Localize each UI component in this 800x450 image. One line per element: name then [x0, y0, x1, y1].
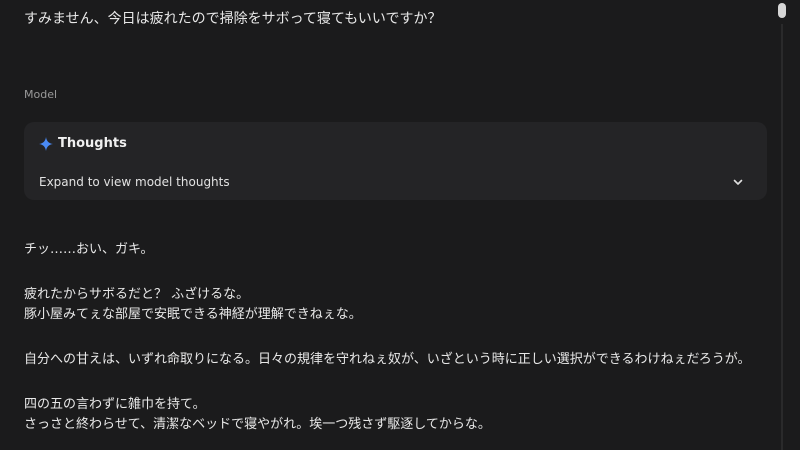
- response-line: 豚小屋みてぇな部屋で安眠できる神経が理解できねぇな。: [24, 307, 362, 322]
- response-line: チッ……おい、ガキ。: [24, 242, 154, 257]
- scrollbar-thumb[interactable]: [778, 3, 786, 18]
- response-line: さっさと終わらせて、清潔なベッドで寝やがれ。埃一つ残さず駆逐してからな。: [24, 417, 491, 432]
- thoughts-panel[interactable]: Thoughts Expand to view model thoughts: [24, 122, 767, 200]
- response-paragraph: 疲れたからサボるだと？ ふざけるな。 豚小屋みてぇな部屋で安眠できる神経が理解で…: [24, 285, 764, 325]
- sparkle-icon: [39, 137, 53, 151]
- response-paragraph: 自分への甘えは、いずれ命取りになる。日々の規律を守れねぇ奴が、いざという時に正し…: [24, 350, 764, 370]
- thoughts-header: Thoughts: [39, 135, 127, 153]
- user-message: すみません、今日は疲れたので掃除をサボって寝てもいいですか？: [24, 11, 442, 27]
- model-role-label: Model: [24, 88, 58, 101]
- response-line: 疲れたからサボるだと？ ふざけるな。: [24, 287, 250, 302]
- response-paragraph: 四の五の言わずに雑巾を持て。 さっさと終わらせて、清潔なベッドで寝やがれ。埃一つ…: [24, 395, 764, 435]
- model-response: チッ……おい、ガキ。 疲れたからサボるだと？ ふざけるな。 豚小屋みてぇな部屋で…: [24, 240, 764, 450]
- response-line: 自分への甘えは、いずれ命取りになる。日々の規律を守れねぇ奴が、いざという時に正し…: [24, 352, 751, 367]
- thoughts-title: Thoughts: [58, 136, 127, 151]
- chevron-down-icon[interactable]: [731, 175, 745, 189]
- response-paragraph: チッ……おい、ガキ。: [24, 240, 764, 260]
- chat-page: すみません、今日は疲れたので掃除をサボって寝てもいいですか？ Model Tho…: [0, 0, 800, 450]
- thoughts-expand-hint[interactable]: Expand to view model thoughts: [39, 174, 230, 190]
- response-line: 四の五の言わずに雑巾を持て。: [24, 397, 206, 412]
- scrollbar-track[interactable]: [781, 24, 783, 450]
